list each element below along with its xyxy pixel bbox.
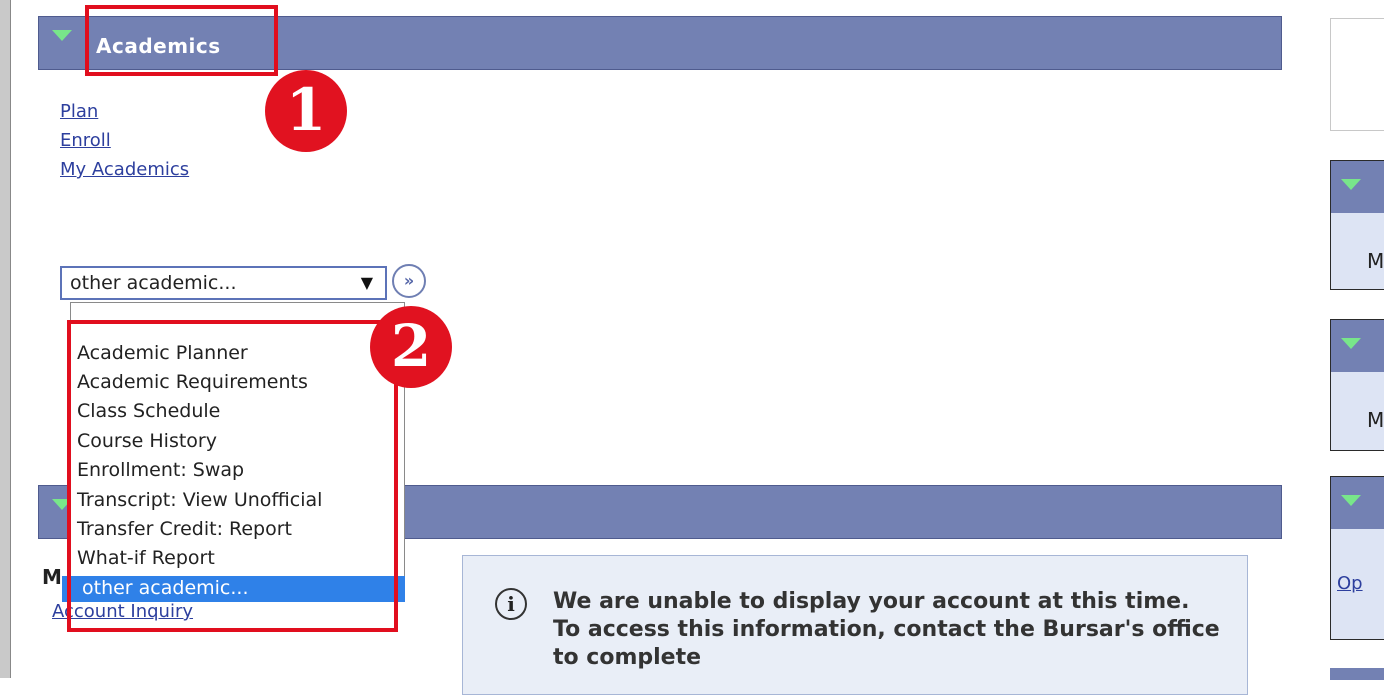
collapse-triangle-icon[interactable]	[52, 30, 72, 41]
right-section-3: Op	[1330, 476, 1384, 640]
dropdown-arrow-icon: ▼	[360, 273, 373, 292]
right-top-panel	[1330, 18, 1384, 131]
right-section-1-text: M	[1367, 249, 1384, 273]
window-left-edge	[0, 0, 11, 678]
select-value: other academic...	[70, 272, 237, 294]
right-section-1-triangle-icon[interactable]	[1341, 179, 1361, 190]
info-icon: i	[495, 588, 527, 620]
right-section-4-header[interactable]	[1330, 668, 1384, 680]
right-section-3-link[interactable]: Op	[1337, 573, 1363, 594]
finances-heading-fragment: M	[42, 565, 62, 589]
info-message: We are unable to display your account at…	[553, 589, 1220, 670]
my-academics-link[interactable]: My Academics	[60, 159, 189, 180]
annotation-marker-1: 1	[265, 70, 347, 152]
enroll-link[interactable]: Enroll	[60, 130, 111, 151]
go-button[interactable]: »	[392, 264, 426, 298]
plan-link[interactable]: Plan	[60, 101, 98, 122]
annotation-box-2	[67, 320, 398, 632]
other-academic-select[interactable]: other academic... ▼	[60, 266, 387, 300]
right-section-3-triangle-icon[interactable]	[1341, 495, 1361, 506]
right-section-2: M	[1330, 319, 1384, 451]
right-section-1: M	[1330, 160, 1384, 290]
right-section-2-text: M	[1367, 408, 1384, 432]
account-info-message-box: i We are unable to display your account …	[462, 555, 1248, 695]
annotation-box-1	[85, 5, 278, 76]
annotation-marker-2: 2	[370, 306, 452, 388]
right-section-2-triangle-icon[interactable]	[1341, 338, 1361, 349]
